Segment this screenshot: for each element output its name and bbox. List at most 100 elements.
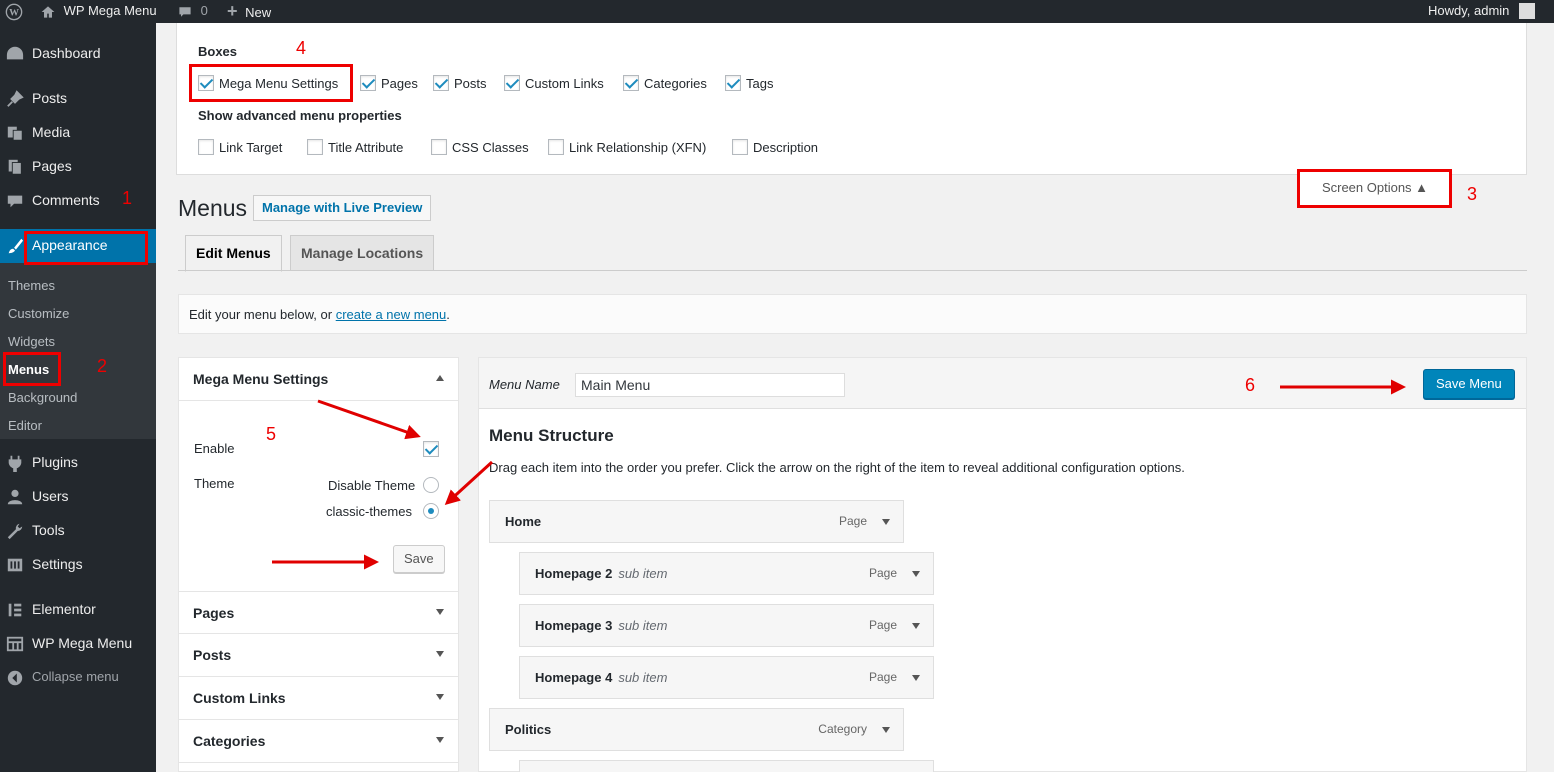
item-edit-arrow-icon[interactable] <box>912 623 920 629</box>
wordpress-logo-icon[interactable]: W <box>5 0 23 23</box>
checkbox-label: CSS Classes <box>452 139 529 155</box>
sidebar-item-label: Comments <box>32 192 100 208</box>
checkbox-label: Tags <box>746 75 774 91</box>
expand-arrow-icon[interactable] <box>436 737 444 743</box>
item-edit-arrow-icon[interactable] <box>912 571 920 577</box>
sidebar-item-dashboard[interactable]: Dashboard <box>0 37 156 71</box>
theme-radio-disable[interactable] <box>423 477 439 493</box>
save-menu-button[interactable]: Save Menu <box>1423 369 1515 399</box>
sidebar-item-pages[interactable]: Pages <box>0 150 156 184</box>
new-content-link[interactable]: + New <box>227 0 271 23</box>
menu-item-partial[interactable] <box>519 760 934 772</box>
item-edit-arrow-icon[interactable] <box>912 675 920 681</box>
advanced-option-title-attribute[interactable]: Title Attribute <box>307 139 403 155</box>
sidebar-item-elementor[interactable]: Elementor <box>0 593 156 627</box>
collapse-menu-button[interactable]: Collapse menu <box>0 661 156 695</box>
sidebar-item-plugins[interactable]: Plugins <box>0 446 156 480</box>
checkbox[interactable] <box>732 139 748 155</box>
menu-item-sub-label: sub item <box>618 618 668 633</box>
checkbox-label: Posts <box>454 75 487 91</box>
menu-item-homepage-3[interactable]: Homepage 3 sub item Page <box>519 604 934 647</box>
checkbox-label: Categories <box>644 75 707 91</box>
enable-checkbox[interactable] <box>423 441 439 457</box>
menu-item-title: Politics <box>505 722 552 737</box>
submenu-item-themes[interactable]: Themes <box>8 277 55 295</box>
submenu-item-customize[interactable]: Customize <box>8 305 69 323</box>
box-option-custom-links[interactable]: Custom Links <box>504 75 604 91</box>
expand-arrow-icon[interactable] <box>436 651 444 657</box>
collapse-icon <box>7 670 23 686</box>
appearance-submenu: Themes Customize Widgets Menus Backgroun… <box>0 263 156 439</box>
menu-item-type: Page <box>868 618 897 632</box>
box-option-posts[interactable]: Posts <box>433 75 487 91</box>
accordion-mega-menu-settings[interactable]: Mega Menu Settings <box>179 358 458 401</box>
tab-manage-locations[interactable]: Manage Locations <box>290 235 435 271</box>
annotation-box-screen-options <box>1297 169 1452 208</box>
item-edit-arrow-icon[interactable] <box>882 727 890 733</box>
box-option-pages[interactable]: Pages <box>360 75 418 91</box>
comments-link[interactable]: 0 <box>177 0 208 23</box>
checkbox[interactable] <box>307 139 323 155</box>
box-option-tags[interactable]: Tags <box>725 75 773 91</box>
sidebar-item-tools[interactable]: Tools <box>0 514 156 548</box>
menu-item-politics[interactable]: Politics Category <box>489 708 904 751</box>
brush-icon <box>8 238 24 254</box>
submenu-item-background[interactable]: Background <box>8 389 77 407</box>
menu-item-homepage-2[interactable]: Homepage 2 sub item Page <box>519 552 934 595</box>
accordion-title: Pages <box>193 605 235 621</box>
sidebar-item-users[interactable]: Users <box>0 480 156 514</box>
menu-item-home[interactable]: Home Page <box>489 500 904 543</box>
accordion-posts[interactable]: Posts <box>179 634 458 677</box>
accordion-pages[interactable]: Pages <box>179 591 458 634</box>
menu-name-input[interactable] <box>575 373 845 397</box>
home-icon <box>41 5 55 18</box>
theme-option-label: classic-themes <box>326 504 412 519</box>
sidebar-item-posts[interactable]: Posts <box>0 82 156 116</box>
menu-item-homepage-4[interactable]: Homepage 4 sub item Page <box>519 656 934 699</box>
menu-item-title: Homepage 4 sub item <box>535 670 667 685</box>
collapse-arrow-icon[interactable] <box>436 375 444 381</box>
user-icon <box>7 489 23 505</box>
submenu-item-widgets[interactable]: Widgets <box>8 333 55 351</box>
advanced-option-link-target[interactable]: Link Target <box>198 139 282 155</box>
menu-items-accordion: Mega Menu Settings Enable Theme Disable … <box>178 357 459 772</box>
sidebar-item-comments[interactable]: Comments <box>0 184 156 218</box>
checkbox-label: Title Attribute <box>328 139 404 155</box>
mega-menu-save-button[interactable]: Save <box>393 545 445 573</box>
checkbox[interactable] <box>623 75 639 91</box>
manage-live-preview-button[interactable]: Manage with Live Preview <box>253 195 432 221</box>
wrench-icon <box>7 523 23 540</box>
checkbox[interactable] <box>548 139 564 155</box>
menu-item-title-text: Homepage 3 <box>535 618 613 633</box>
item-edit-arrow-icon[interactable] <box>882 519 890 525</box>
accordion-custom-links[interactable]: Custom Links <box>179 677 458 720</box>
theme-label: Theme <box>194 476 235 491</box>
advanced-option-xfn[interactable]: Link Relationship (XFN) <box>548 139 706 155</box>
checkbox[interactable] <box>198 139 214 155</box>
checkbox[interactable] <box>725 75 741 91</box>
checkbox[interactable] <box>431 139 447 155</box>
checkbox[interactable] <box>433 75 449 91</box>
create-new-menu-link[interactable]: create a new menu <box>336 307 447 322</box>
sidebar-item-label: Pages <box>32 158 72 174</box>
sidebar-item-wp-mega-menu[interactable]: WP Mega Menu <box>0 627 156 661</box>
annotation-number: 4 <box>296 38 307 58</box>
advanced-option-css-classes[interactable]: CSS Classes <box>431 139 529 155</box>
submenu-item-editor[interactable]: Editor <box>8 417 42 435</box>
tab-edit-menus[interactable]: Edit Menus <box>185 235 282 272</box>
checkbox[interactable] <box>360 75 376 91</box>
theme-radio-classic[interactable] <box>423 503 439 519</box>
accordion-categories[interactable]: Categories <box>179 720 458 763</box>
sidebar-item-label: Tools <box>32 522 65 538</box>
sidebar-item-media[interactable]: Media <box>0 116 156 150</box>
site-home-link[interactable]: WP Mega Menu <box>40 0 157 23</box>
checkbox[interactable] <box>504 75 520 91</box>
box-option-categories[interactable]: Categories <box>623 75 707 91</box>
expand-arrow-icon[interactable] <box>436 694 444 700</box>
expand-arrow-icon[interactable] <box>436 609 444 615</box>
advanced-option-description[interactable]: Description <box>732 139 818 155</box>
menu-item-title: Homepage 2 sub item <box>535 566 667 581</box>
sidebar-item-settings[interactable]: Settings <box>0 548 156 582</box>
media-icon <box>7 126 23 141</box>
my-account[interactable]: Howdy, admin <box>1428 0 1536 23</box>
